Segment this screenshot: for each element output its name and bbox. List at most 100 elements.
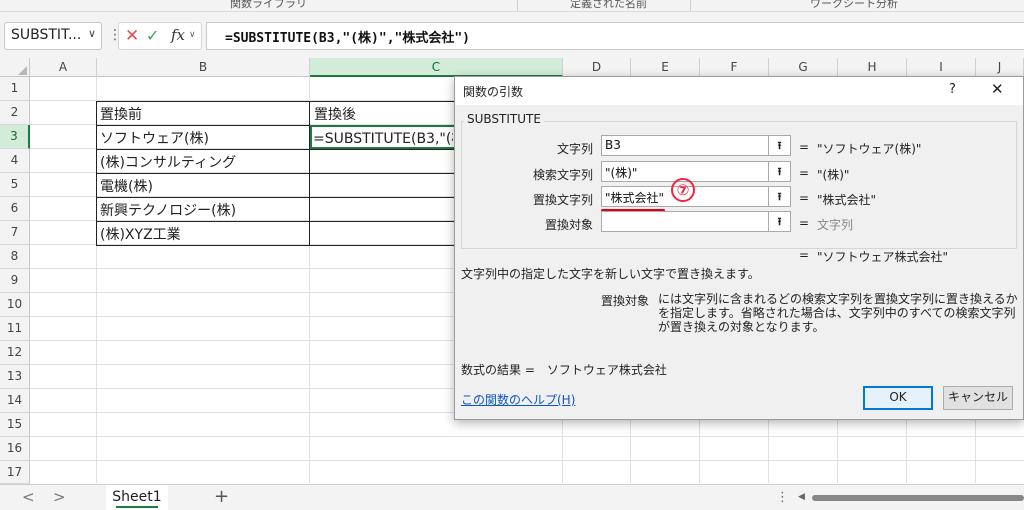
collapse-dialog-icon[interactable]: ⭱ <box>769 161 791 182</box>
active-tab-indicator <box>116 506 158 508</box>
header-before[interactable]: 置換前 <box>100 104 142 124</box>
table-border <box>96 245 456 246</box>
scroll-left-icon[interactable]: ◀ <box>798 492 805 502</box>
column-header-a[interactable]: A <box>30 58 97 77</box>
table-row[interactable]: (株)コンサルティング <box>100 152 236 172</box>
row-header[interactable]: 1 <box>0 77 30 101</box>
row-header[interactable]: 12 <box>0 341 30 365</box>
tab-label: Sheet1 <box>112 489 162 505</box>
formula-bar: SUBSTIT... ∨ ⋮ ✕ ✓ fx ∨ =SUBSTITUTE(B3,"… <box>0 12 1024 58</box>
formula-bar-buttons: ✕ ✓ fx ∨ <box>118 22 202 50</box>
insert-function-icon[interactable]: fx <box>171 26 185 44</box>
help-icon[interactable]: ? <box>949 82 956 97</box>
column-header-h[interactable]: H <box>838 58 907 77</box>
annotation-number-7: ⑦ <box>671 178 695 202</box>
row-header[interactable]: 11 <box>0 317 30 341</box>
column-header-j[interactable]: J <box>976 58 1024 77</box>
row-header[interactable]: 14 <box>0 389 30 413</box>
select-all-button[interactable] <box>0 58 30 77</box>
column-header-b[interactable]: B <box>97 58 310 77</box>
collapse-dialog-icon[interactable]: ⭱ <box>769 211 791 232</box>
close-icon[interactable]: ✕ <box>991 80 1004 98</box>
row-header[interactable]: 7 <box>0 221 30 245</box>
next-sheet-icon[interactable]: > <box>53 488 66 506</box>
column-header-g[interactable]: G <box>769 58 838 77</box>
cancel-button[interactable]: キャンセル <box>943 386 1013 410</box>
column-header-f[interactable]: F <box>700 58 769 77</box>
arg-label-find-text: 検索文字列 <box>532 168 593 182</box>
table-row[interactable]: 新興テクノロジー(株) <box>100 200 236 220</box>
formula-preview-result: "ソフトウェア株式会社" <box>817 250 949 264</box>
arg-result-replace-text: "株式会社" <box>817 193 877 207</box>
row-header[interactable]: 13 <box>0 365 30 389</box>
header-after[interactable]: 置換後 <box>314 104 454 124</box>
add-sheet-icon[interactable]: + <box>214 486 229 507</box>
dialog-titlebar[interactable]: 関数の引数 ? ✕ <box>455 77 1023 105</box>
formula-equals: = <box>799 248 810 262</box>
function-help-link[interactable]: この関数のヘルプ(H) <box>461 391 575 408</box>
table-border <box>309 101 310 246</box>
editing-cell-text[interactable]: =SUBSTITUTE(B3,"(株 <box>313 128 453 148</box>
previous-sheet-icon[interactable]: < <box>22 488 35 506</box>
function-arguments-dialog: 関数の引数 ? ✕ SUBSTITUTE 文字列 B3 ⭱ = "ソフトウェア(… <box>454 76 1024 420</box>
row-header[interactable]: 4 <box>0 149 30 173</box>
arg-equals: = <box>799 191 810 205</box>
row-header[interactable]: 2 <box>0 101 30 125</box>
arg-result-find-text: "(株)" <box>817 168 850 182</box>
chevron-down-icon[interactable]: ∨ <box>88 27 96 40</box>
table-border <box>96 101 97 246</box>
column-headers: A B C D E F G H I J <box>0 58 1024 77</box>
ribbon-separator <box>690 0 691 11</box>
enter-icon[interactable]: ✓ <box>146 26 159 45</box>
arg-label-text: 文字列 <box>556 142 593 156</box>
ribbon-group-function-library: 関数ライブラリ <box>230 0 307 10</box>
table-border <box>96 221 456 222</box>
gridline <box>30 436 1024 437</box>
column-header-c[interactable]: C <box>310 58 563 77</box>
function-description: 文字列中の指定した文字を新しい文字で置き換えます。 <box>461 267 760 281</box>
column-header-e[interactable]: E <box>631 58 700 77</box>
row-header[interactable]: 5 <box>0 173 30 197</box>
table-row[interactable]: 電機(株) <box>100 176 153 196</box>
name-box[interactable]: SUBSTIT... ∨ <box>4 22 102 50</box>
ribbon-group-labels: 関数ライブラリ 定義された名前 ワークシート分析 <box>0 0 1024 12</box>
collapse-dialog-icon[interactable]: ⭱ <box>769 186 791 207</box>
formula-input[interactable]: =SUBSTITUTE(B3,"(株)","株式会社") <box>206 22 1024 50</box>
row-header[interactable]: 15 <box>0 413 30 437</box>
table-border <box>96 101 456 102</box>
chevron-down-icon[interactable]: ∨ <box>189 30 196 40</box>
arg-label-replace-text: 置換文字列 <box>532 193 593 207</box>
more-options-icon[interactable]: ⋮ <box>776 490 789 505</box>
row-header[interactable]: 9 <box>0 269 30 293</box>
tab-sheet1[interactable]: Sheet1 <box>106 485 168 510</box>
table-row[interactable]: (株)XYZ工業 <box>100 224 181 244</box>
row-header[interactable]: 10 <box>0 293 30 317</box>
table-border <box>96 173 456 174</box>
row-header[interactable]: 6 <box>0 197 30 221</box>
arg-description-text: には文字列に含まれるどの検索文字列を置換文字列に置き換えるかを指定します。省略さ… <box>658 292 1018 334</box>
arg-equals: = <box>799 216 810 230</box>
collapse-dialog-icon[interactable]: ⭱ <box>769 135 791 156</box>
column-header-d[interactable]: D <box>563 58 631 77</box>
column-header-i[interactable]: I <box>907 58 976 77</box>
arg-description-name: 置換対象 <box>601 294 650 308</box>
name-box-value: SUBSTIT... <box>11 27 82 43</box>
arg-input-instance-num[interactable] <box>601 211 769 232</box>
arg-result-text: "ソフトウェア(株)" <box>817 142 922 156</box>
arg-label-instance-num: 置換対象 <box>544 218 593 232</box>
scrollbar-thumb[interactable] <box>812 495 1024 501</box>
sheet-tab-bar: < > Sheet1 + ⋮ ◀ <box>0 484 1024 510</box>
horizontal-scrollbar[interactable]: ◀ <box>798 492 1024 503</box>
arg-equals: = <box>799 140 810 154</box>
arg-equals: = <box>799 166 810 180</box>
row-header[interactable]: 16 <box>0 437 30 461</box>
table-row[interactable]: ソフトウェア(株) <box>100 128 209 148</box>
row-header[interactable]: 17 <box>0 461 30 484</box>
ok-button[interactable]: OK <box>863 386 933 410</box>
row-header[interactable]: 8 <box>0 245 30 269</box>
row-header[interactable]: 3 <box>0 125 30 149</box>
cancel-icon[interactable]: ✕ <box>125 26 139 46</box>
function-name: SUBSTITUTE <box>464 112 544 126</box>
formula-result: 数式の結果 = ソフトウェア株式会社 <box>461 363 667 377</box>
arg-input-text[interactable]: B3 <box>601 135 769 156</box>
